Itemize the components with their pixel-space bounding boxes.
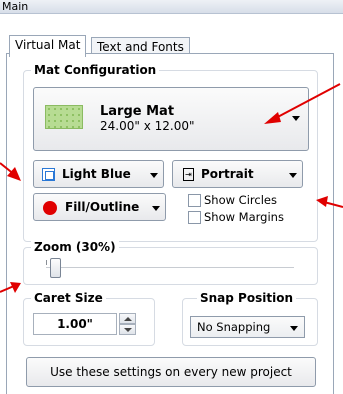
color-label: Light Blue — [62, 167, 131, 181]
chevron-down-icon — [150, 173, 158, 178]
caret-size-decrement[interactable] — [119, 324, 136, 335]
caret-size-legend: Caret Size — [31, 291, 106, 305]
mat-select-button[interactable]: Large Mat 24.00" x 12.00" — [33, 87, 309, 151]
display-mode-button[interactable]: Fill/Outline — [33, 193, 166, 221]
zoom-tick — [46, 260, 47, 265]
show-circles-checkbox[interactable] — [188, 194, 201, 207]
mat-color-button[interactable]: Light Blue — [33, 160, 164, 188]
chevron-down-icon — [124, 328, 132, 332]
chevron-down-icon — [290, 326, 298, 331]
color-swatch-icon — [42, 168, 55, 181]
mat-name: Large Mat — [100, 104, 175, 119]
chevron-up-icon — [124, 317, 132, 321]
snap-position-select[interactable]: No Snapping — [190, 316, 305, 338]
snap-position-value: No Snapping — [197, 320, 271, 334]
chevron-down-icon — [289, 173, 297, 178]
show-margins-checkbox[interactable] — [188, 211, 201, 224]
zoom-slider-thumb[interactable] — [50, 258, 61, 278]
show-margins-label: Show Margins — [204, 210, 284, 224]
mat-thumbnail — [45, 105, 83, 129]
caret-size-increment[interactable] — [119, 313, 136, 324]
mat-configuration-legend: Mat Configuration — [31, 63, 160, 77]
orientation-button[interactable]: ⇥ Portrait — [172, 160, 303, 188]
mat-size: 24.00" x 12.00" — [100, 119, 195, 133]
zoom-legend: Zoom (30%) — [31, 240, 119, 254]
chevron-down-icon — [152, 206, 160, 211]
portrait-icon: ⇥ — [183, 168, 194, 181]
display-mode-label: Fill/Outline — [65, 200, 140, 214]
chevron-down-icon — [292, 116, 300, 121]
orientation-label: Portrait — [201, 167, 254, 181]
caret-size-input[interactable]: 1.00" — [33, 313, 117, 335]
zoom-slider-track[interactable] — [46, 267, 294, 269]
tab-virtual-mat[interactable]: Virtual Mat — [9, 35, 87, 57]
fill-circle-icon — [43, 201, 57, 215]
panel-header: Main — [0, 0, 343, 14]
snap-position-legend: Snap Position — [197, 291, 296, 305]
apply-settings-button[interactable]: Use these settings on every new project — [26, 357, 316, 387]
show-circles-label: Show Circles — [204, 193, 277, 207]
